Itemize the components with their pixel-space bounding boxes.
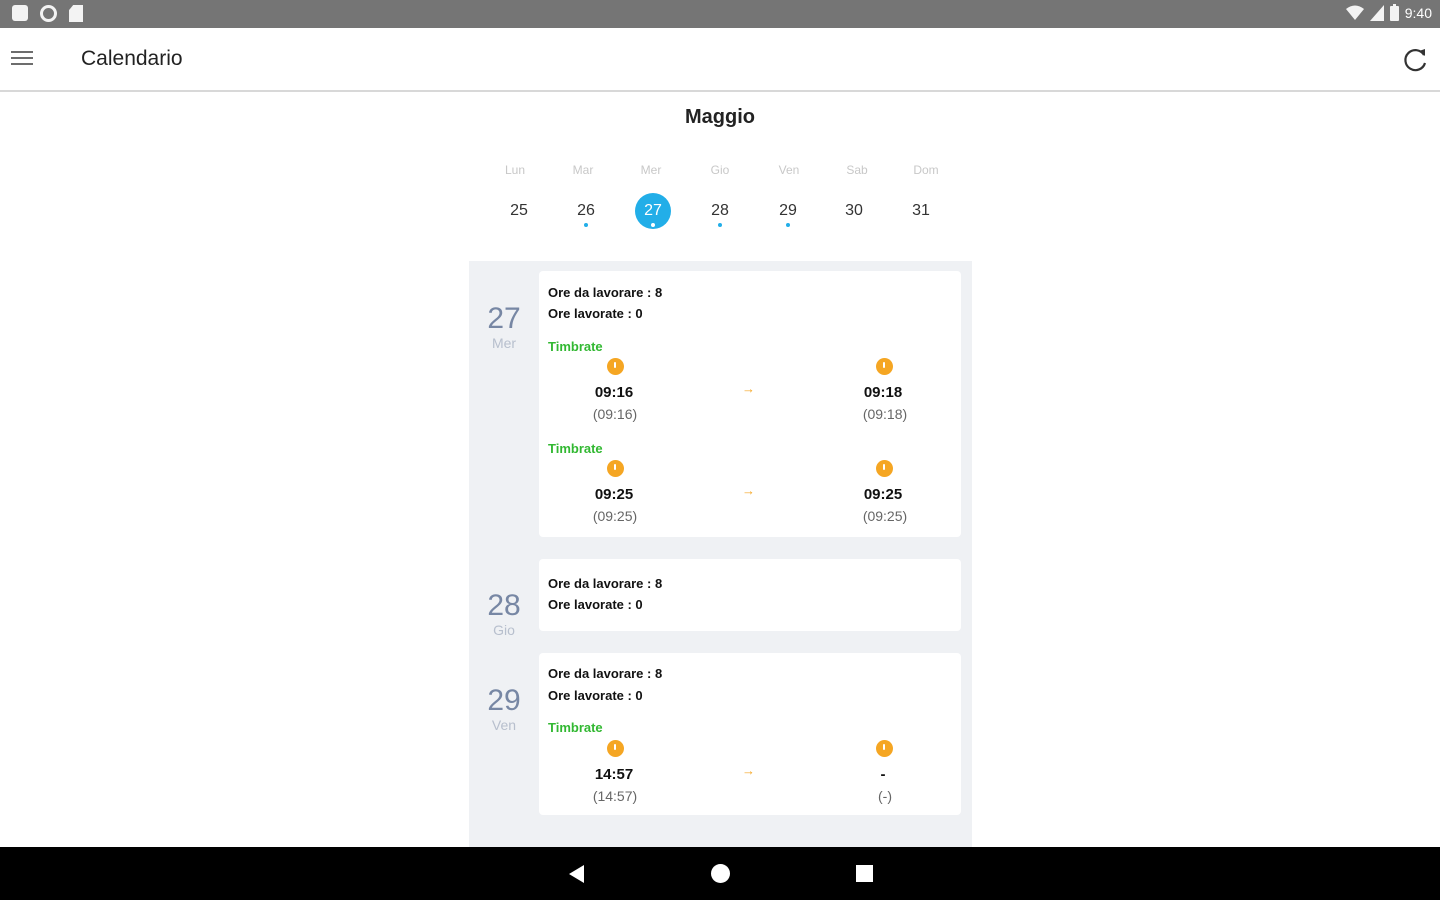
clock-icon	[607, 358, 624, 375]
stamp-out-time: 09:18	[863, 384, 903, 401]
day-label: 28 Gio	[469, 589, 539, 639]
stamp-in-sub: (14:57)	[592, 788, 638, 804]
weekday-label: Mer	[640, 163, 662, 177]
hours-to-work: Ore da lavorare : 8	[548, 576, 663, 591]
weekday-label: Dom	[913, 163, 939, 177]
stamp-label: Timbrate	[548, 720, 603, 735]
arrow-right-icon: →	[742, 483, 755, 498]
weekday-label: Lun	[504, 163, 526, 177]
date-cell[interactable]: 31	[891, 193, 951, 231]
clock-icon	[607, 460, 624, 477]
month-title: Maggio	[685, 106, 755, 128]
hours-to-work: Ore da lavorare : 8	[548, 666, 663, 681]
hours-to-work: Ore da lavorare : 8	[548, 285, 663, 300]
refresh-icon[interactable]	[1402, 46, 1430, 74]
arrow-right-icon: →	[742, 381, 755, 396]
day-number: 29	[487, 684, 521, 717]
day-number: 28	[487, 589, 521, 622]
hours-worked: Ore lavorate : 0	[548, 306, 643, 321]
stamp-out-sub: (09:25)	[862, 508, 908, 524]
hours-worked: Ore lavorate : 0	[548, 597, 643, 612]
stamp-in-time: 09:16	[594, 384, 634, 401]
event-dot	[786, 223, 790, 227]
stamp-in-sub: (09:16)	[592, 406, 638, 422]
day-list: 27 Mer Ore da lavorare : 8 Ore lavorate …	[469, 261, 972, 849]
battery-icon	[1389, 4, 1399, 21]
stamp-out-sub: (-)	[878, 788, 892, 804]
signal-icon	[1369, 4, 1384, 21]
date-number: 30	[845, 202, 863, 219]
stamp-in-sub: (09:25)	[592, 508, 638, 524]
stamp-out-sub: (09:18)	[862, 406, 908, 422]
date-cell[interactable]: 25	[489, 193, 549, 231]
day-card[interactable]: Ore da lavorare : 8 Ore lavorate : 0 Tim…	[539, 653, 961, 815]
stamp-label: Timbrate	[548, 339, 603, 354]
stamp-out-time: -	[880, 766, 886, 783]
date-cell[interactable]: 30	[824, 193, 884, 231]
date-number: 31	[912, 202, 930, 219]
clock-icon	[876, 460, 893, 477]
arrow-right-icon: →	[742, 763, 755, 778]
day-card[interactable]: Ore da lavorare : 8 Ore lavorate : 0 Tim…	[539, 271, 961, 537]
weekday-label: Mar	[572, 163, 594, 177]
day-weekday: Ven	[491, 717, 517, 733]
date-number: 25	[510, 202, 528, 219]
page-title: Calendario	[81, 47, 183, 70]
sd-card-icon	[69, 5, 83, 22]
recent-apps-icon[interactable]	[856, 865, 873, 882]
weekday-label: Sab	[846, 163, 868, 177]
clock-icon	[876, 358, 893, 375]
weekday-header: Lun Mar Mer Gio Ven Sab Dom	[485, 163, 955, 179]
day-number: 27	[487, 302, 521, 335]
app-bar: Calendario	[0, 28, 1440, 92]
weekday-label: Ven	[778, 163, 800, 177]
day-weekday: Mer	[491, 335, 517, 351]
stamp-in-time: 09:25	[594, 486, 634, 503]
week-strip: 25 26 27 28 29 30 31	[485, 193, 955, 233]
event-dot	[718, 223, 722, 227]
event-dot	[651, 223, 655, 227]
status-bar: 9:40	[0, 0, 1440, 28]
date-cell[interactable]: 26	[556, 193, 616, 231]
home-icon[interactable]	[711, 864, 730, 883]
back-icon[interactable]	[569, 865, 584, 883]
stamp-out-time: 09:25	[863, 486, 903, 503]
sync-status-icon	[40, 5, 57, 22]
hours-worked: Ore lavorate : 0	[548, 688, 643, 703]
status-time: 9:40	[1404, 4, 1432, 21]
date-cell[interactable]: 29	[758, 193, 818, 231]
stamp-in-time: 14:57	[594, 766, 634, 783]
clock-icon	[876, 740, 893, 757]
weekday-label: Gio	[710, 163, 730, 177]
navigation-bar	[0, 847, 1440, 900]
menu-icon[interactable]	[11, 51, 33, 67]
date-cell[interactable]: 28	[690, 193, 750, 231]
day-weekday: Gio	[493, 622, 515, 638]
day-card[interactable]: Ore da lavorare : 8 Ore lavorate : 0	[539, 559, 961, 631]
wifi-icon	[1345, 5, 1364, 20]
notification-icon	[12, 5, 28, 21]
stamp-label: Timbrate	[548, 441, 603, 456]
day-label: 27 Mer	[469, 302, 539, 352]
day-label: 29 Ven	[469, 684, 539, 734]
event-dot	[584, 223, 588, 227]
clock-icon	[607, 740, 624, 757]
date-cell-selected[interactable]: 27	[623, 193, 683, 231]
